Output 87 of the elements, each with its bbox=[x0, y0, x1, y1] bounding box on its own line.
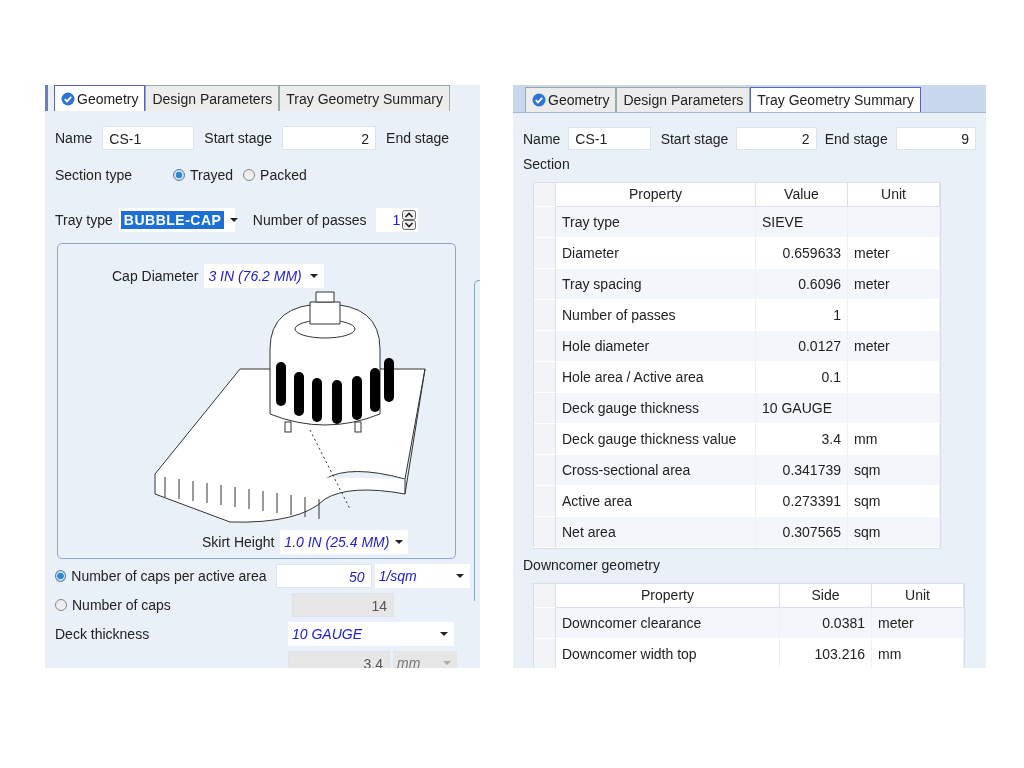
tab-label: Design Parameters bbox=[623, 92, 744, 108]
tab-label: Geometry bbox=[77, 90, 139, 107]
table-cell: Hole diameter bbox=[556, 331, 756, 362]
column-header: Property bbox=[556, 183, 756, 207]
field-label: Start stage bbox=[660, 130, 729, 147]
table-cell: 0.0127 bbox=[756, 331, 848, 362]
row-header[interactable] bbox=[534, 639, 556, 668]
tab[interactable]: Geometry bbox=[54, 85, 146, 111]
field-label: Section type bbox=[55, 167, 134, 183]
column-header: Property bbox=[556, 584, 780, 608]
field-label: Cap Diameter bbox=[112, 268, 199, 284]
field-label: End stage bbox=[386, 130, 450, 146]
tab[interactable]: Design Parameters bbox=[145, 85, 280, 111]
field-label: Deck thickness bbox=[55, 626, 151, 642]
field-label: Number of passes bbox=[252, 212, 367, 228]
column-header: Unit bbox=[872, 584, 964, 608]
column-header: Unit bbox=[848, 183, 940, 207]
end-stage-field[interactable]: 9 bbox=[895, 127, 976, 150]
tray-type-dropdown[interactable]: BUBBLE-CAP bbox=[118, 208, 235, 232]
section-heading: Downcomer geometry bbox=[523, 557, 661, 575]
section-heading: Section bbox=[523, 156, 571, 174]
name-field[interactable]: CS-1 bbox=[102, 126, 195, 150]
radio-button[interactable] bbox=[243, 169, 256, 181]
table-cell: Tray type bbox=[556, 207, 756, 238]
row-header[interactable] bbox=[534, 486, 556, 517]
field-label: Name bbox=[523, 130, 561, 147]
table-cell: sqm bbox=[848, 517, 940, 548]
row-header[interactable] bbox=[534, 424, 556, 455]
tab-label: Tray Geometry Summary bbox=[757, 92, 914, 108]
radio-label[interactable]: Number of caps bbox=[72, 597, 284, 613]
table-cell: Deck gauge thickness bbox=[556, 393, 756, 424]
start-stage-field[interactable]: 2 bbox=[282, 126, 377, 150]
row-header[interactable] bbox=[534, 207, 556, 238]
row-header[interactable] bbox=[534, 331, 556, 362]
table-cell: 10 GAUGE bbox=[756, 393, 848, 424]
row-header[interactable] bbox=[534, 455, 556, 486]
table-cell: meter bbox=[848, 269, 940, 300]
column-header: Side bbox=[780, 584, 872, 608]
radio-button[interactable] bbox=[55, 599, 67, 611]
field-label: Start stage bbox=[204, 130, 273, 146]
unit-dropdown[interactable]: 1/sqm bbox=[374, 564, 470, 588]
table-cell: sqm bbox=[848, 455, 940, 486]
tab[interactable]: Tray Geometry Summary bbox=[279, 85, 450, 111]
tab-label: Design Parameters bbox=[152, 90, 273, 107]
table-cell: Tray spacing bbox=[556, 269, 756, 300]
cap-diameter-dropdown[interactable]: 3 IN (76.2 MM) bbox=[204, 264, 325, 288]
skirt-height-dropdown[interactable]: 1.0 IN (25.4 MM) bbox=[280, 530, 409, 554]
row-header[interactable] bbox=[534, 393, 556, 424]
passes-spinner[interactable]: 1 bbox=[376, 208, 419, 232]
radio-button[interactable] bbox=[173, 169, 185, 181]
table-cell: meter bbox=[848, 331, 940, 362]
table-cell: 0.0381 bbox=[780, 608, 872, 639]
tab-label: Tray Geometry Summary bbox=[286, 90, 443, 107]
radio-label[interactable]: Packed bbox=[260, 167, 307, 183]
spinner-arrows-icon[interactable] bbox=[402, 210, 417, 230]
table-cell: Downcomer clearance bbox=[556, 608, 780, 639]
deck-thickness-dropdown[interactable]: 10 GAUGE bbox=[288, 622, 454, 646]
field-label: End stage bbox=[824, 130, 888, 147]
row-header[interactable] bbox=[534, 300, 556, 331]
table-cell: Net area bbox=[556, 517, 756, 548]
tab[interactable]: Tray Geometry Summary bbox=[750, 87, 921, 112]
field-label: Skirt Height bbox=[202, 534, 275, 550]
name-field[interactable]: CS-1 bbox=[568, 127, 651, 150]
radio-label[interactable]: Trayed bbox=[190, 167, 234, 183]
row-header[interactable] bbox=[534, 238, 556, 269]
row-header[interactable] bbox=[534, 269, 556, 300]
caps-field[interactable]: 14 bbox=[292, 593, 394, 617]
tab[interactable]: Geometry bbox=[525, 87, 617, 112]
row-header[interactable] bbox=[534, 362, 556, 393]
tab-label: Geometry bbox=[548, 92, 610, 108]
row-header[interactable] bbox=[534, 608, 556, 639]
row-header[interactable] bbox=[534, 517, 556, 548]
table-cell: meter bbox=[872, 608, 964, 639]
field-label: Name bbox=[55, 130, 93, 146]
unit-dropdown[interactable]: mm bbox=[393, 651, 457, 668]
radio-button[interactable] bbox=[55, 570, 67, 582]
caps-field[interactable]: 50 bbox=[276, 564, 372, 588]
start-stage-field[interactable]: 2 bbox=[736, 127, 817, 150]
radio-label[interactable]: Number of caps per active area bbox=[71, 568, 268, 584]
tab[interactable]: Design Parameters bbox=[616, 87, 751, 112]
table-cell: SIEVE bbox=[756, 207, 848, 238]
column-header: Value bbox=[756, 183, 848, 207]
table-cell: Cross-sectional area bbox=[556, 455, 756, 486]
table-cell: 0.341739 bbox=[756, 455, 848, 486]
table-cell: 0.6096 bbox=[756, 269, 848, 300]
table-cell: 0.307565 bbox=[756, 517, 848, 548]
field-label: Tray type bbox=[55, 212, 113, 228]
